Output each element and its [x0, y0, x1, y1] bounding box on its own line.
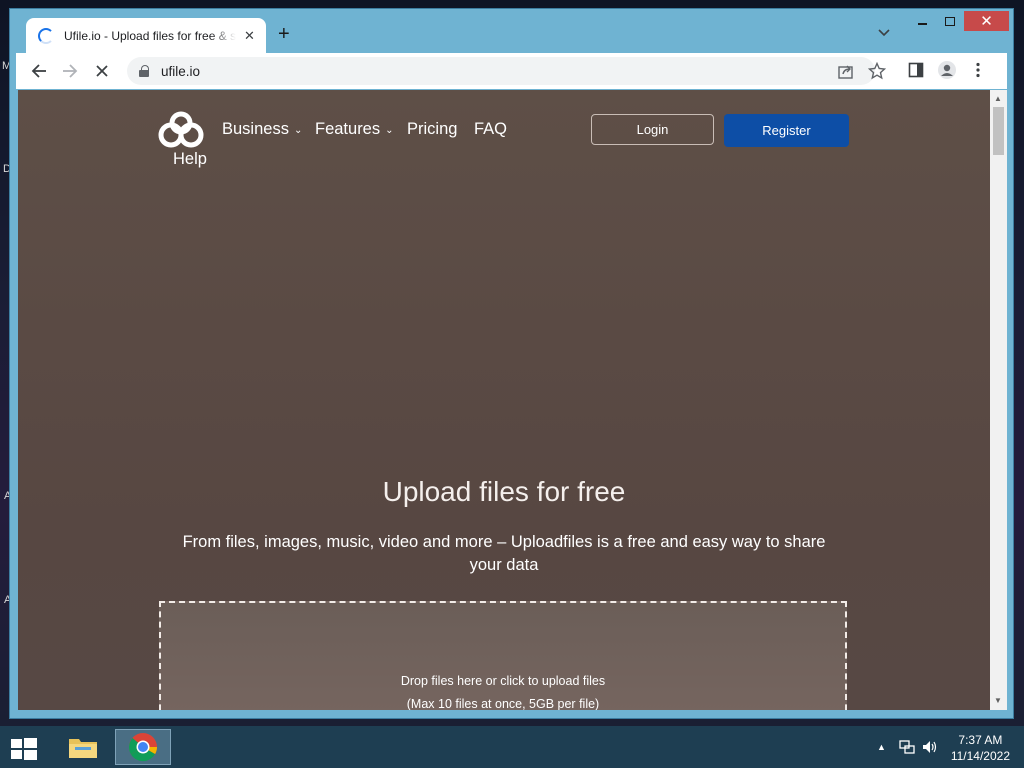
taskbar-chrome[interactable] — [115, 729, 171, 765]
show-hidden-icons-icon[interactable]: ▲ — [877, 742, 886, 752]
forward-arrow-icon — [63, 64, 78, 78]
login-button[interactable]: Login — [591, 114, 714, 145]
side-panel-icon[interactable] — [908, 62, 924, 78]
back-arrow-icon — [31, 64, 46, 78]
share-icon[interactable] — [837, 62, 855, 80]
page-scrollbar[interactable]: ▲ ▼ — [990, 90, 1007, 710]
close-tab-icon[interactable]: ✕ — [244, 28, 255, 44]
close-window-button[interactable]: ✕ — [964, 11, 1009, 31]
volume-icon[interactable] — [922, 740, 938, 754]
taskbar: ▲ 7:37 AM 11/14/2022 — [0, 726, 1024, 768]
back-button[interactable] — [24, 56, 54, 86]
stop-loading-button[interactable] — [87, 56, 117, 86]
network-icon[interactable] — [899, 740, 915, 754]
upload-dropzone[interactable]: Drop files here or click to upload files… — [159, 601, 847, 710]
taskbar-file-explorer[interactable] — [55, 729, 111, 765]
system-clock[interactable]: 7:37 AM 11/14/2022 — [951, 732, 1010, 764]
new-tab-icon[interactable]: + — [278, 23, 290, 45]
hero-subtitle: From files, images, music, video and mor… — [182, 533, 826, 574]
scroll-up-icon[interactable]: ▲ — [994, 94, 1002, 103]
windows-start-icon[interactable] — [11, 738, 37, 760]
tab-search-chevron-icon[interactable] — [878, 27, 890, 39]
hero-title: Upload files for free — [382, 476, 626, 507]
maximize-icon — [945, 16, 955, 26]
bookmark-star-icon[interactable] — [868, 62, 886, 80]
maximize-button[interactable] — [936, 11, 964, 31]
clock-date: 11/14/2022 — [950, 749, 1010, 763]
nav-pricing[interactable]: Pricing — [407, 120, 457, 139]
nav-help[interactable]: Help — [173, 150, 207, 169]
scrollbar-thumb[interactable] — [993, 107, 1004, 155]
nav-business[interactable]: Business ⌄ — [222, 120, 302, 139]
close-icon: ✕ — [980, 13, 993, 30]
tab-title: Ufile.io - Upload files for free & s — [64, 28, 236, 43]
loading-spinner-icon — [38, 27, 54, 44]
register-button[interactable]: Register — [724, 114, 849, 147]
clock-time: 7:37 AM — [958, 733, 1003, 747]
page-viewport: Business ⌄ Features ⌄ Pricing FAQ Help L… — [18, 90, 990, 710]
browser-toolbar: ufile.io — [16, 53, 1007, 89]
chevron-down-icon: ⌄ — [385, 125, 394, 136]
browser-window: ✕ Ufile.io - Upload files for free & s ✕… — [10, 9, 1013, 718]
scroll-down-icon[interactable]: ▼ — [994, 696, 1002, 705]
lock-icon[interactable] — [139, 65, 149, 77]
dropzone-limits: (Max 10 files at once, 5GB per file) — [406, 697, 600, 710]
ufile-logo-icon[interactable] — [157, 111, 205, 149]
folder-icon — [69, 739, 97, 758]
nav-faq[interactable]: FAQ — [474, 120, 507, 139]
nav-business-label: Business — [222, 120, 289, 138]
chrome-icon — [128, 733, 157, 762]
profile-avatar-icon[interactable] — [937, 60, 957, 80]
stop-x-icon — [96, 65, 108, 77]
browser-tab[interactable]: Ufile.io - Upload files for free & s ✕ — [26, 18, 266, 53]
forward-button[interactable] — [55, 56, 85, 86]
kebab-menu-icon[interactable] — [975, 62, 981, 78]
minimize-icon — [917, 23, 927, 25]
chevron-down-icon: ⌄ — [293, 125, 303, 136]
address-bar[interactable]: ufile.io — [127, 57, 886, 85]
nav-features[interactable]: Features ⌄ — [315, 120, 394, 139]
url-text[interactable]: ufile.io — [161, 64, 200, 79]
dropzone-instruction: Drop files here or click to upload files — [400, 674, 606, 688]
window-controls: ✕ — [908, 11, 1009, 31]
nav-features-label: Features — [315, 120, 381, 138]
minimize-button[interactable] — [908, 11, 936, 31]
